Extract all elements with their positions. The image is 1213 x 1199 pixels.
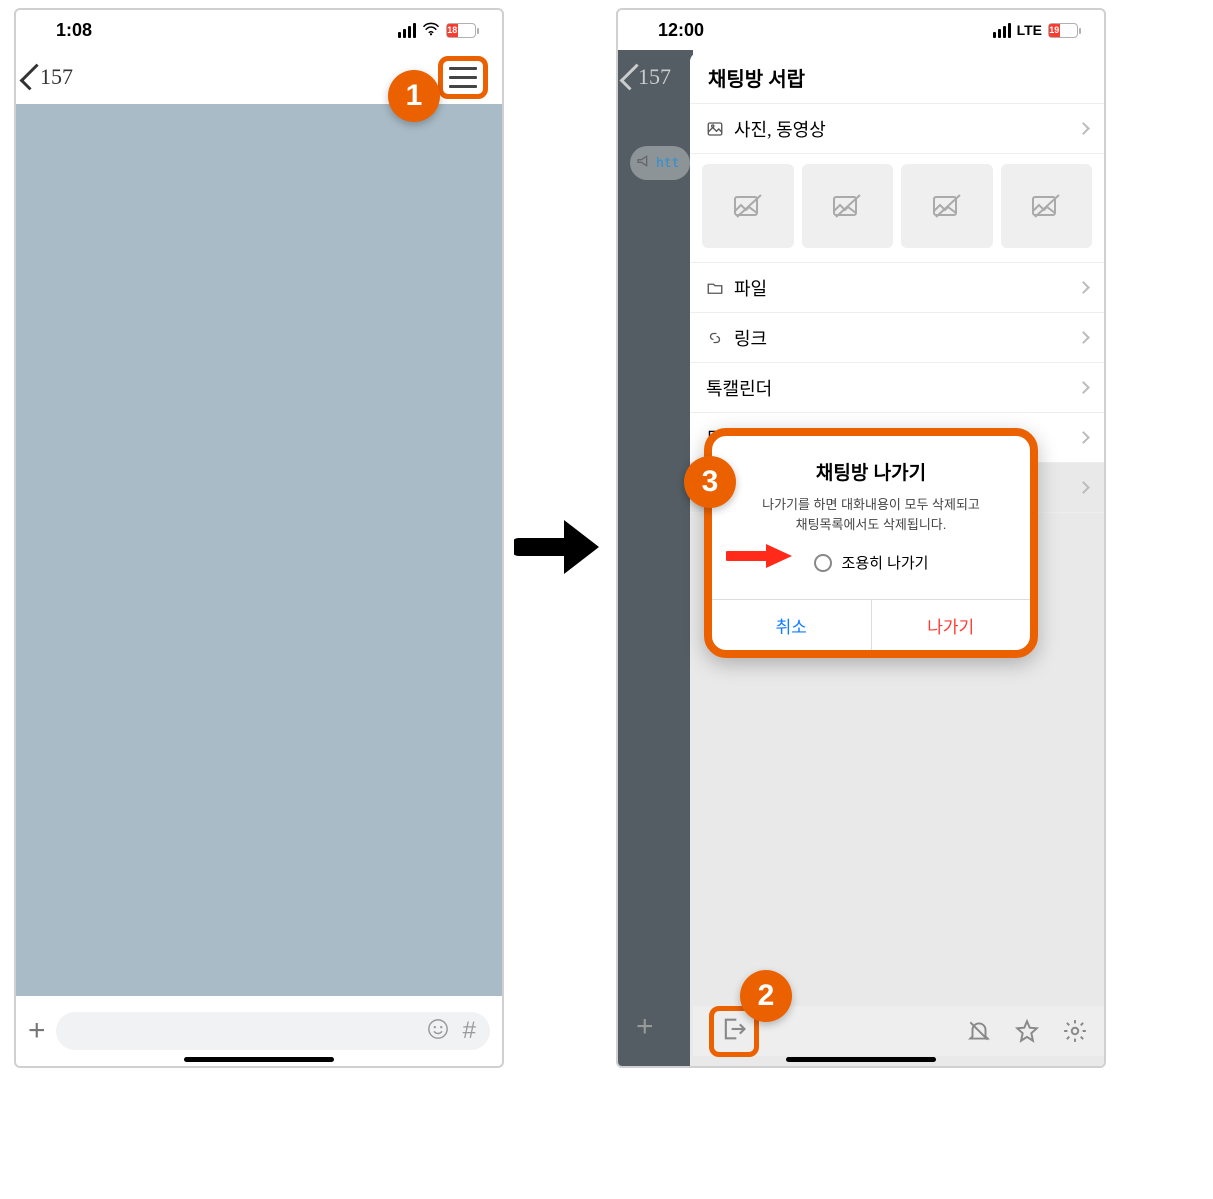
home-indicator xyxy=(184,1057,334,1062)
status-right: LTE 19 xyxy=(993,22,1078,38)
message-input[interactable]: # xyxy=(56,1012,490,1050)
wifi-icon xyxy=(422,20,440,41)
row-label: 파일 xyxy=(734,275,767,301)
message-input-bar: + # xyxy=(16,1006,502,1056)
media-thumb-placeholder[interactable] xyxy=(802,164,894,248)
option-label: 조용히 나가기 xyxy=(842,552,929,573)
battery-icon: 19 xyxy=(1048,23,1078,38)
media-thumb-placeholder[interactable] xyxy=(1001,164,1093,248)
dialog-title: 채팅방 나가기 xyxy=(732,458,1010,485)
notice-pill-dimmed: htt xyxy=(630,146,690,180)
back-button-dimmed: 157 xyxy=(618,50,693,104)
back-button[interactable]: 157 xyxy=(26,64,73,90)
status-time: 12:00 xyxy=(658,20,704,41)
drawer-row-calendar[interactable]: 톡캘린더 xyxy=(690,363,1104,413)
folder-icon xyxy=(706,279,724,297)
media-thumb-placeholder[interactable] xyxy=(901,164,993,248)
chat-title-dimmed: 157 xyxy=(638,64,671,90)
cancel-button[interactable]: 취소 xyxy=(712,600,872,650)
annotation-badge-1: 1 xyxy=(388,70,440,122)
chat-body xyxy=(16,104,502,996)
status-right: 18 xyxy=(398,20,476,41)
notice-text-fragment: htt xyxy=(656,156,679,171)
dialog-description: 나가기를 하면 대화내용이 모두 삭제되고 채팅목록에서도 삭제됩니다. xyxy=(732,495,1010,534)
gear-icon[interactable] xyxy=(1062,1018,1088,1044)
leave-button[interactable]: 나가기 xyxy=(872,600,1031,650)
drawer-row-media[interactable]: 사진, 동영상 xyxy=(690,104,1104,154)
exit-icon[interactable] xyxy=(720,1015,748,1043)
signal-icon xyxy=(993,23,1011,38)
plus-icon-dimmed: + xyxy=(636,1010,654,1044)
plus-icon[interactable]: + xyxy=(28,1014,46,1048)
chevron-right-icon xyxy=(1077,381,1090,394)
row-label: 사진, 동영상 xyxy=(734,116,826,142)
status-bar: 12:00 LTE 19 xyxy=(618,10,1104,50)
row-label: 톡캘린더 xyxy=(706,375,772,401)
battery-percent: 18 xyxy=(447,24,458,37)
status-bar: 1:08 18 xyxy=(16,10,502,50)
phone-left-screen: 1:08 18 157 + # xyxy=(14,8,504,1068)
network-label: LTE xyxy=(1017,22,1042,38)
drawer-row-links[interactable]: 링크 xyxy=(690,313,1104,363)
annotation-badge-3: 3 xyxy=(684,456,736,508)
battery-icon: 18 xyxy=(446,23,476,38)
chevron-right-icon xyxy=(1077,431,1090,444)
row-label: 링크 xyxy=(734,325,767,351)
bell-off-icon[interactable] xyxy=(966,1018,992,1044)
star-icon[interactable] xyxy=(1014,1018,1040,1044)
photo-icon xyxy=(706,120,724,138)
home-indicator xyxy=(786,1057,936,1062)
media-thumbnails xyxy=(690,154,1104,263)
megaphone-icon xyxy=(636,153,652,174)
annotation-badge-2: 2 xyxy=(740,970,792,1022)
chat-title: 157 xyxy=(40,64,73,90)
media-thumb-placeholder[interactable] xyxy=(702,164,794,248)
phone-right-screen: 12:00 LTE 19 157 htt 채팅방 서랍 xyxy=(616,8,1106,1068)
chevron-right-icon xyxy=(1077,122,1090,135)
link-icon xyxy=(706,329,724,347)
chevron-right-icon xyxy=(1077,281,1090,294)
chevron-right-icon xyxy=(1077,331,1090,344)
flow-arrow-icon xyxy=(514,512,604,587)
hashtag-icon[interactable]: # xyxy=(463,1017,476,1045)
drawer-backdrop-sliver: 157 htt xyxy=(618,50,693,1066)
status-time: 1:08 xyxy=(56,20,92,41)
dialog-buttons: 취소 나가기 xyxy=(712,599,1030,650)
drawer-row-files[interactable]: 파일 xyxy=(690,263,1104,313)
signal-icon xyxy=(398,23,416,38)
emoji-icon[interactable] xyxy=(427,1018,449,1045)
pointer-arrow-icon xyxy=(726,542,794,575)
drawer-title: 채팅방 서랍 xyxy=(690,52,1104,104)
radio-icon xyxy=(814,554,832,572)
battery-percent: 19 xyxy=(1049,24,1060,37)
menu-button-highlight xyxy=(438,56,488,99)
hamburger-icon[interactable] xyxy=(449,67,477,88)
chevron-right-icon xyxy=(1077,481,1090,494)
